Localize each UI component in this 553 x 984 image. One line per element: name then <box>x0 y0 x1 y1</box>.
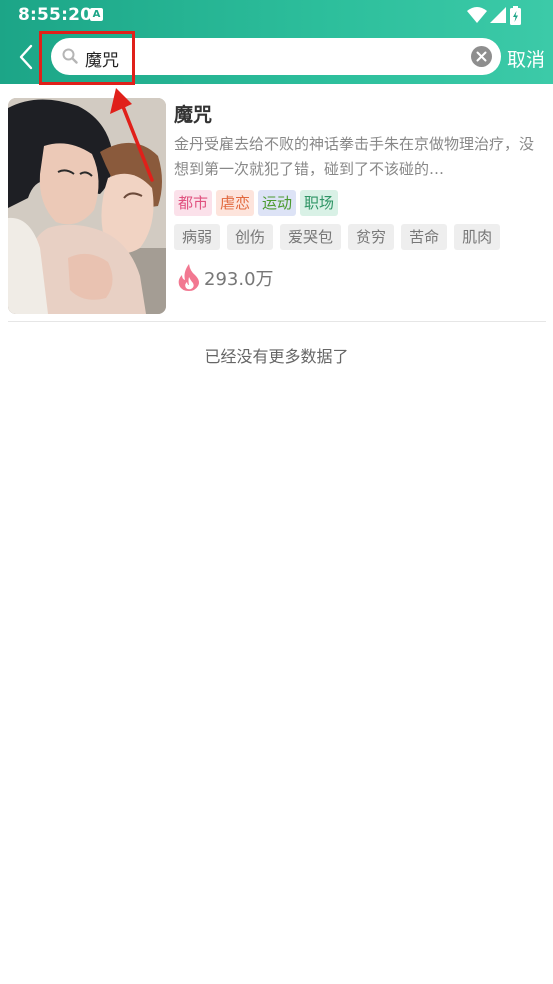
tag-keyword[interactable]: 肌肉 <box>454 224 501 250</box>
back-button[interactable] <box>12 40 40 74</box>
heat-value: 293.0万 <box>204 269 274 290</box>
tag-category[interactable]: 运动 <box>258 190 297 216</box>
tag-category[interactable]: 都市 <box>174 190 213 216</box>
tag-category[interactable]: 职场 <box>300 190 339 216</box>
tag-keyword[interactable]: 创伤 <box>227 224 274 250</box>
tag-keyword[interactable]: 爱哭包 <box>280 224 342 250</box>
divider <box>8 321 546 322</box>
flame-icon <box>178 264 199 291</box>
signal-icon <box>490 7 506 23</box>
no-more-data-text: 已经没有更多数据了 <box>204 347 349 366</box>
wifi-icon <box>467 7 487 23</box>
tag-category[interactable]: 虐恋 <box>216 190 255 216</box>
cover-illustration <box>8 98 166 314</box>
status-icons <box>467 6 537 25</box>
status-time: 8:55:20 <box>18 5 93 25</box>
chevron-left-icon <box>19 44 33 70</box>
category-tags: 都市 虐恋 运动 职场 <box>174 190 339 216</box>
list-item[interactable]: 魔咒 金丹受雇去给不败的神话拳击手朱在京做物理治疗，没想到第一次就犯了错，碰到了… <box>0 84 553 322</box>
comic-cover-image[interactable] <box>8 98 166 314</box>
clear-icon <box>476 51 487 62</box>
keyword-tags: 病弱 创伤 爱哭包 贫穷 苦命 肌肉 <box>174 224 501 250</box>
tag-keyword[interactable]: 苦命 <box>401 224 448 250</box>
notification-icon: A <box>90 8 103 21</box>
battery-charging-icon <box>510 6 521 25</box>
status-bar: 8:55:20 A <box>0 0 553 30</box>
cancel-button[interactable]: 取消 <box>507 45 545 72</box>
comic-description: 金丹受雇去给不败的神话拳击手朱在京做物理治疗，没想到第一次就犯了错，碰到了不该碰… <box>174 135 535 178</box>
comic-title: 魔咒 <box>174 104 213 126</box>
annotation-highlight-box <box>39 31 135 85</box>
tag-keyword[interactable]: 病弱 <box>174 224 221 250</box>
tag-keyword[interactable]: 贫穷 <box>348 224 395 250</box>
clear-button[interactable] <box>471 46 492 67</box>
